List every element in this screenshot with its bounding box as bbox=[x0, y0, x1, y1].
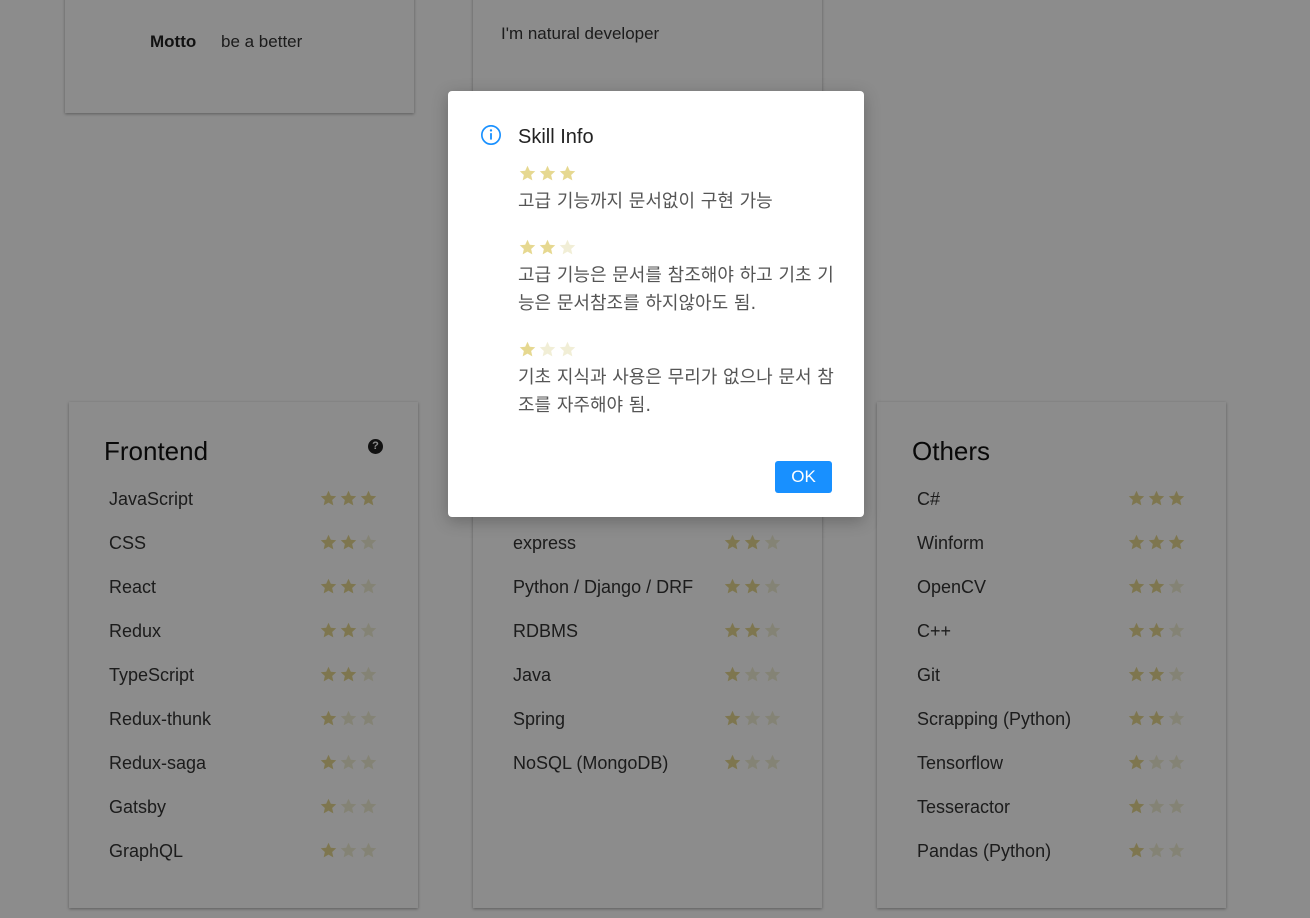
info-level-text: 기초 지식과 사용은 무리가 없으나 문서 참조를 자주해야 됨. bbox=[518, 367, 834, 416]
info-level-text: 고급 기능까지 문서없이 구현 가능 bbox=[518, 191, 773, 212]
info-level-1: 기초 지식과 사용은 무리가 없으나 문서 참조를 자주해야 됨. bbox=[518, 340, 838, 420]
modal-title: Skill Info bbox=[518, 126, 594, 148]
star-rating bbox=[518, 340, 838, 359]
info-circle-icon bbox=[481, 125, 501, 145]
info-level-2: 고급 기능은 문서를 참조해야 하고 기초 기능은 문서참조를 하지않아도 됨. bbox=[518, 238, 838, 318]
star-empty-icon bbox=[539, 341, 556, 357]
skill-info-modal: Skill Info 고급 기능까지 문서없이 구현 가능 고급 기능은 문서를… bbox=[448, 91, 864, 517]
info-level-text: 고급 기능은 문서를 참조해야 하고 기초 기능은 문서참조를 하지않아도 됨. bbox=[518, 265, 834, 314]
ok-button[interactable]: OK bbox=[775, 461, 832, 493]
star-filled-icon bbox=[539, 165, 556, 181]
star-empty-icon bbox=[559, 341, 576, 357]
info-level-3: 고급 기능까지 문서없이 구현 가능 bbox=[518, 164, 838, 216]
star-empty-icon bbox=[559, 239, 576, 255]
star-filled-icon bbox=[519, 165, 536, 181]
star-rating bbox=[518, 238, 838, 257]
star-filled-icon bbox=[559, 165, 576, 181]
star-filled-icon bbox=[519, 239, 536, 255]
star-filled-icon bbox=[519, 341, 536, 357]
star-rating bbox=[518, 164, 838, 183]
modal-body: 고급 기능까지 문서없이 구현 가능 고급 기능은 문서를 참조해야 하고 기초… bbox=[518, 163, 838, 442]
star-filled-icon bbox=[539, 239, 556, 255]
